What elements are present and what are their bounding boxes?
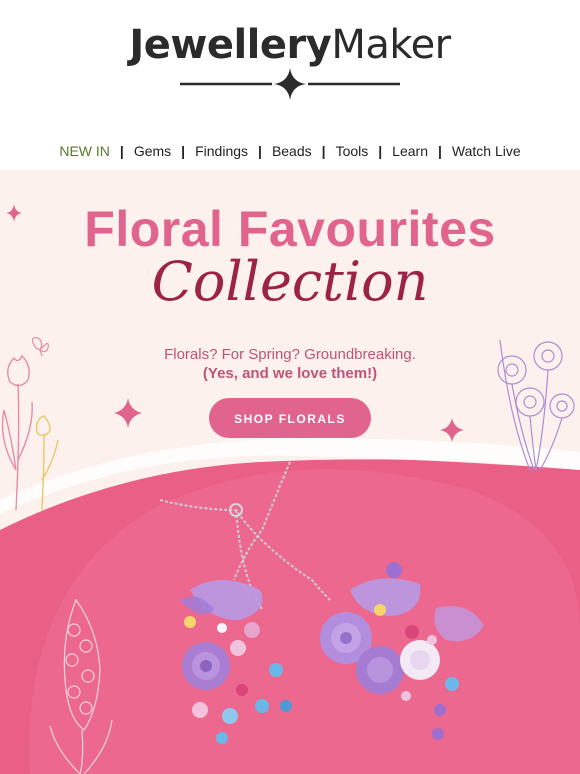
nav-learn[interactable]: Learn [386,143,434,159]
nav-separator: | [119,143,124,159]
nav-gems[interactable]: Gems [128,143,177,159]
shop-florals-button[interactable]: SHOP FLORALS [209,398,371,438]
logo-regular-text: Maker [331,22,451,68]
hero-title-script: Collection [151,250,429,313]
sparkle-icon [440,418,464,442]
main-nav: NEW IN | Gems | Findings | Beads | Tools | Learn | W… [0,143,580,159]
hero-subtitle-emphasis: (Yes, and we love them!) [202,365,378,382]
nav-tools[interactable]: Tools [330,143,375,159]
logo-bold-text: Jewellery [129,22,332,68]
email-header: JewelleryMaker NEW IN | Gems | Findings | Bead… [0,0,580,170]
nav-findings[interactable]: Findings [189,143,254,159]
nav-separator: | [321,143,326,159]
nav-beads[interactable]: Beads [266,143,318,159]
nav-separator: | [378,143,383,159]
hero-subtitle: Florals? For Spring? Groundbreaking. [164,346,416,363]
nav-watch-live[interactable]: Watch Live [446,143,527,159]
jewellery-maker-logo[interactable]: JewelleryMaker [0,22,580,68]
nav-separator: | [258,143,262,159]
floral-hero-banner[interactable]: Floral Favourites Collection Florals? Fo… [0,170,580,774]
sparkle-icon [114,398,142,428]
logo-sparkle-ornament [180,68,400,100]
nav-separator: | [181,143,186,159]
nav-separator: | [437,143,442,159]
nav-new-in[interactable]: NEW IN [53,143,116,159]
